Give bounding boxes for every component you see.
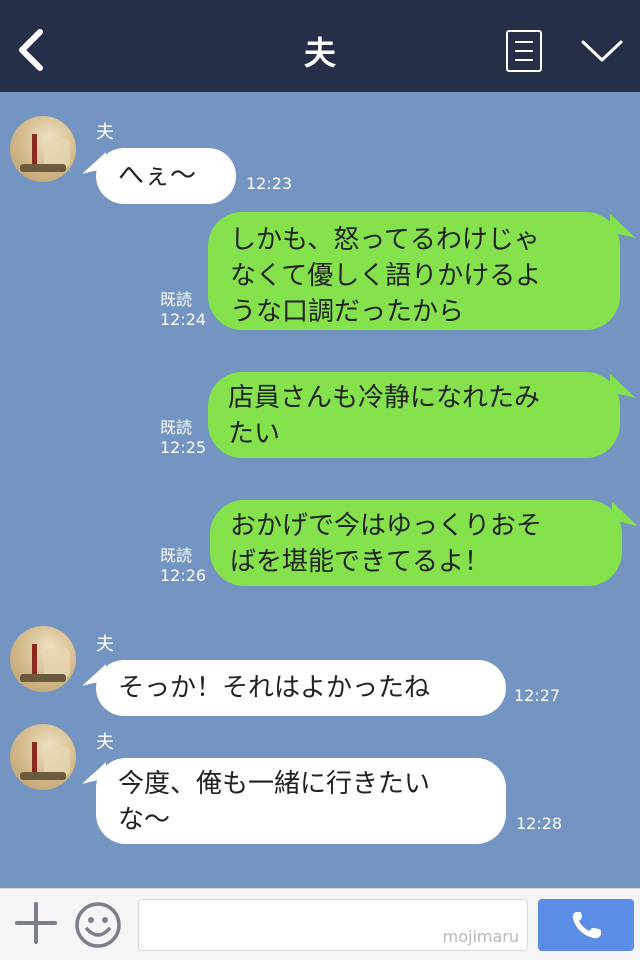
message-input[interactable]: mojimaru bbox=[138, 899, 528, 951]
avatar[interactable] bbox=[10, 626, 76, 692]
outgoing-message-bubble[interactable]: おかげで今はゆっくりおそ ばを堪能できてるよ！ bbox=[210, 500, 622, 586]
plus-icon[interactable] bbox=[14, 901, 58, 945]
message-text-line: 今度、俺も一緒に行きたい bbox=[118, 769, 431, 799]
chat-header: 夫 bbox=[0, 0, 640, 92]
message-list[interactable]: 夫 へぇ〜 12:23 既読 12:24 しかも、怒ってるわけじゃ なくて優しく… bbox=[0, 92, 640, 888]
collapse-chevron-down-icon[interactable] bbox=[580, 36, 624, 66]
incoming-message-bubble[interactable]: そっか！それはよかったね bbox=[96, 660, 506, 716]
message-text-line: たい bbox=[228, 419, 281, 449]
avatar[interactable] bbox=[10, 724, 76, 790]
outgoing-message-bubble[interactable]: 店員さんも冷静になれたみ たい bbox=[208, 372, 620, 458]
message-text-line: おかげで今はゆっくりおそ bbox=[230, 511, 543, 541]
chat-title: 夫 bbox=[303, 34, 336, 72]
message-time: 12:25 bbox=[160, 438, 207, 457]
outgoing-message-bubble[interactable]: しかも、怒ってるわけじゃ なくて優しく語りかけるよ うな口調だったから bbox=[208, 212, 620, 330]
message-time: 12:24 bbox=[160, 310, 207, 329]
message-text-line: なくて優しく語りかけるよ bbox=[230, 261, 542, 291]
incoming-message-bubble[interactable]: 今度、俺も一緒に行きたい な〜 bbox=[96, 758, 506, 844]
watermark-text: mojimaru bbox=[442, 927, 519, 946]
message-text-line: しかも、怒ってるわけじゃ bbox=[230, 225, 540, 255]
sender-name: 夫 bbox=[96, 122, 114, 143]
message-time: 12:27 bbox=[514, 686, 561, 705]
read-receipt: 既読 bbox=[160, 546, 193, 565]
message-text: へぇ〜 bbox=[118, 161, 197, 191]
phone-icon bbox=[572, 912, 601, 939]
read-receipt: 既読 bbox=[160, 418, 193, 437]
incoming-message-bubble[interactable]: へぇ〜 bbox=[96, 148, 236, 204]
menu-list-icon[interactable] bbox=[506, 30, 542, 72]
message-text-line: うな口調だったから bbox=[230, 297, 465, 327]
call-button[interactable] bbox=[538, 899, 634, 951]
composer-bar: mojimaru bbox=[0, 888, 640, 960]
sender-name: 夫 bbox=[96, 732, 114, 753]
message-text-line: 店員さんも冷静になれたみ bbox=[228, 383, 541, 413]
message-time: 12:28 bbox=[516, 814, 563, 833]
avatar[interactable] bbox=[10, 116, 76, 182]
message-time: 12:23 bbox=[246, 174, 293, 193]
read-receipt: 既読 bbox=[160, 290, 193, 309]
smile-icon[interactable] bbox=[74, 901, 122, 949]
message-text-line: ばを堪能できてるよ！ bbox=[230, 547, 491, 577]
sender-name: 夫 bbox=[96, 634, 114, 655]
message-text: そっか！それはよかったね bbox=[118, 673, 431, 703]
message-time: 12:26 bbox=[160, 566, 207, 585]
message-text-line: な〜 bbox=[118, 805, 171, 835]
